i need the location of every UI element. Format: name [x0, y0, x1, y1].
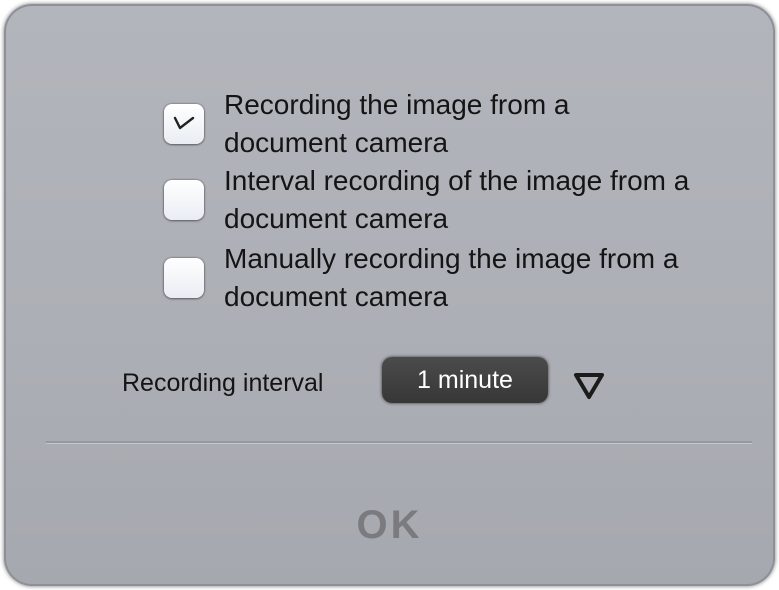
option-interval-recording-label: Interval recording of the image from a d…	[224, 165, 690, 234]
divider	[46, 441, 752, 444]
triangle-down-icon[interactable]	[572, 370, 606, 400]
ok-button[interactable]: OK	[4, 490, 775, 560]
recording-interval-select[interactable]: 1 minute	[382, 357, 552, 405]
option-manual-recording-label: Manually recording the image from a docu…	[224, 243, 679, 312]
checkmark-icon	[173, 116, 195, 130]
recording-settings-dialog: Recording the image from a document came…	[4, 4, 775, 586]
recording-interval-label: Recording interval	[122, 369, 324, 397]
checkbox-record-image[interactable]	[164, 104, 204, 144]
recording-interval-value: 1 minute	[382, 357, 548, 403]
checkbox-manual-recording[interactable]	[164, 258, 204, 298]
option-record-image-label: Recording the image from a document came…	[224, 89, 570, 158]
checkbox-interval-recording[interactable]	[164, 180, 204, 220]
